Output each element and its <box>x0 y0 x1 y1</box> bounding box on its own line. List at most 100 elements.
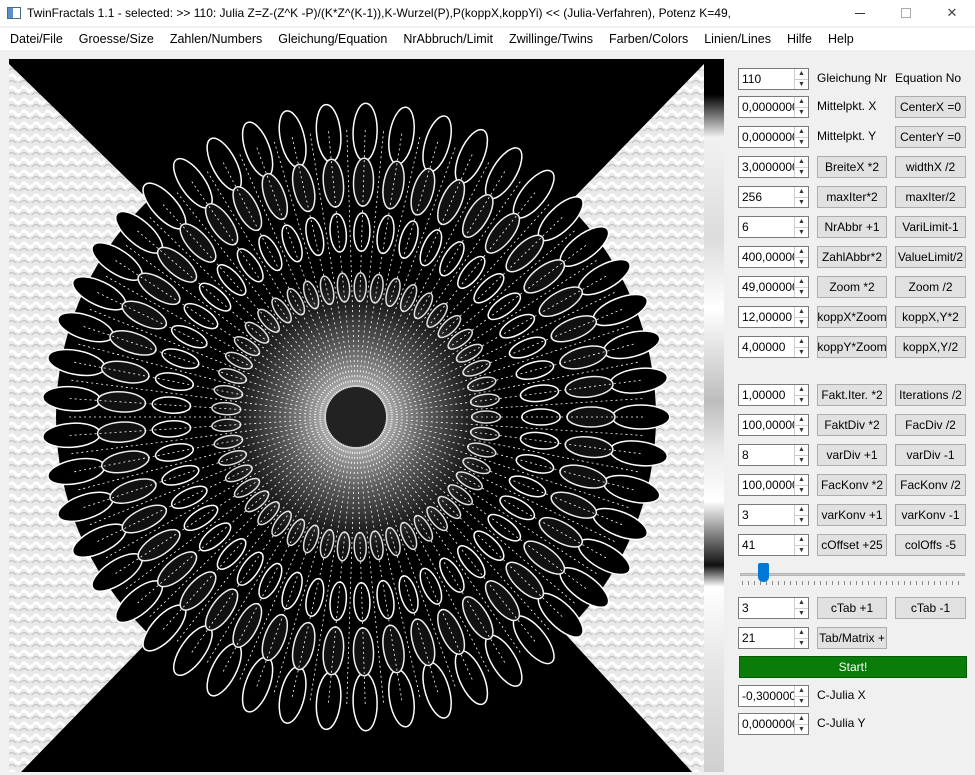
koppxy-half-button[interactable]: koppX,Y/2 <box>895 336 966 358</box>
spin-up-icon[interactable]: ▲ <box>795 686 808 697</box>
spin-up-icon[interactable]: ▲ <box>795 187 808 198</box>
spin-down-icon[interactable]: ▼ <box>795 198 808 208</box>
spin-down-icon[interactable]: ▼ <box>795 609 808 619</box>
spin-down-icon[interactable]: ▼ <box>795 639 808 649</box>
spin-down-icon[interactable]: ▼ <box>795 258 808 268</box>
cjulia-x-spinbox[interactable]: -0,3000000▲▼ <box>738 685 809 707</box>
spin-down-icon[interactable]: ▼ <box>795 80 808 90</box>
spin-down-icon[interactable]: ▼ <box>795 516 808 526</box>
center-x-spinbox[interactable]: 0,0000000 ▲ ▼ <box>738 96 809 118</box>
spin-up-icon[interactable]: ▲ <box>795 97 808 108</box>
fackonv-double-button[interactable]: FacKonv *2 <box>817 474 887 496</box>
slider-thumb[interactable] <box>757 563 769 582</box>
spin-up-icon[interactable]: ▲ <box>795 217 808 228</box>
spin-up-icon[interactable]: ▲ <box>795 415 808 426</box>
spin-up-icon[interactable]: ▲ <box>795 277 808 288</box>
varilimit-minus-button[interactable]: VariLimit-1 <box>895 216 966 238</box>
spin-down-icon[interactable]: ▼ <box>795 396 808 406</box>
spin-down-icon[interactable]: ▼ <box>795 318 808 328</box>
vardiv-spinbox[interactable]: 8 ▲ ▼ <box>738 444 809 466</box>
spin-up-icon[interactable]: ▲ <box>795 69 808 80</box>
menu-zahlen[interactable]: Zahlen/Numbers <box>162 32 270 46</box>
menu-linien[interactable]: Linien/Lines <box>696 32 779 46</box>
spin-down-icon[interactable]: ▼ <box>795 456 808 466</box>
menu-zwillinge[interactable]: Zwillinge/Twins <box>501 32 601 46</box>
spin-up-icon[interactable]: ▲ <box>795 535 808 546</box>
spin-down-icon[interactable]: ▼ <box>795 725 808 735</box>
menu-groesse[interactable]: Groesse/Size <box>71 32 162 46</box>
spin-up-icon[interactable]: ▲ <box>795 385 808 396</box>
menu-datei[interactable]: Datei/File <box>2 32 71 46</box>
facdiv-half-button[interactable]: FacDiv /2 <box>895 414 966 436</box>
maxiter-half-button[interactable]: maxIter/2 <box>895 186 966 208</box>
coloffs-minus-button[interactable]: colOffs -5 <box>895 534 966 556</box>
koppy-zoom-button[interactable]: koppY*Zoom <box>817 336 887 358</box>
spin-down-icon[interactable]: ▼ <box>795 108 808 118</box>
varkonv-minus-button[interactable]: varKonv -1 <box>895 504 966 526</box>
spin-up-icon[interactable]: ▲ <box>795 247 808 258</box>
menu-hilfe[interactable]: Hilfe <box>779 32 820 46</box>
faktdiv-double-button[interactable]: FaktDiv *2 <box>817 414 887 436</box>
width-half-button[interactable]: widthX /2 <box>895 156 966 178</box>
fakt-iter-double-button[interactable]: Fakt.Iter. *2 <box>817 384 887 406</box>
vardiv-plus-button[interactable]: varDiv +1 <box>817 444 887 466</box>
fackonv-spinbox[interactable]: 100,00000 ▲ ▼ <box>738 474 809 496</box>
menu-help[interactable]: Help <box>820 32 862 46</box>
zahlabbr-double-button[interactable]: ZahlAbbr*2 <box>817 246 887 268</box>
start-button[interactable]: Start! <box>739 656 967 678</box>
maxiter-spinbox[interactable]: 256 ▲ ▼ <box>738 186 809 208</box>
spin-down-icon[interactable]: ▼ <box>795 168 808 178</box>
faktdiv-spinbox[interactable]: 100,00000 ▲ ▼ <box>738 414 809 436</box>
spin-down-icon[interactable]: ▼ <box>795 486 808 496</box>
fackonv-half-button[interactable]: FacKonv /2 <box>895 474 966 496</box>
spin-up-icon[interactable]: ▲ <box>795 307 808 318</box>
spin-down-icon[interactable]: ▼ <box>795 546 808 556</box>
fakt-iter-spinbox[interactable]: 1,00000 ▲ ▼ <box>738 384 809 406</box>
menu-nrabbruch[interactable]: NrAbbruch/Limit <box>395 32 501 46</box>
koppxy-double-button[interactable]: koppX,Y*2 <box>895 306 966 328</box>
zoom-double-button[interactable]: Zoom *2 <box>817 276 887 298</box>
varkonv-plus-button[interactable]: varKonv +1 <box>817 504 887 526</box>
spin-up-icon[interactable]: ▲ <box>795 127 808 138</box>
maximize-button[interactable] <box>883 0 929 26</box>
varkonv-spinbox[interactable]: 3 ▲ ▼ <box>738 504 809 526</box>
valuelimit-half-button[interactable]: ValueLimit/2 <box>895 246 966 268</box>
zoom-half-button[interactable]: Zoom /2 <box>895 276 966 298</box>
spin-up-icon[interactable]: ▲ <box>795 157 808 168</box>
zahlabbr-spinbox[interactable]: 400,000000▲▼ <box>738 246 809 268</box>
center-x-reset-button[interactable]: CenterX =0 <box>895 96 966 118</box>
spin-up-icon[interactable]: ▲ <box>795 505 808 516</box>
spin-up-icon[interactable]: ▲ <box>795 475 808 486</box>
iterations-half-button[interactable]: Iterations /2 <box>895 384 966 406</box>
spin-down-icon[interactable]: ▼ <box>795 288 808 298</box>
menu-gleichung[interactable]: Gleichung/Equation <box>270 32 395 46</box>
fractal-canvas[interactable] <box>9 59 704 772</box>
spin-up-icon[interactable]: ▲ <box>795 337 808 348</box>
ctab-plus-button[interactable]: cTab +1 <box>817 597 887 619</box>
spin-up-icon[interactable]: ▲ <box>795 714 808 725</box>
tabmatrix-plus-button[interactable]: Tab/Matrix + <box>817 627 887 649</box>
close-button[interactable]: ✕ <box>929 0 975 26</box>
tabmatrix-spinbox[interactable]: 21 ▲ ▼ <box>738 627 809 649</box>
ctab-minus-button[interactable]: cTab -1 <box>895 597 966 619</box>
coffset-spinbox[interactable]: 41 ▲ ▼ <box>738 534 809 556</box>
cjulia-y-spinbox[interactable]: 0,0000000 ▲ ▼ <box>738 713 809 735</box>
nrabbr-spinbox[interactable]: 6 ▲ ▼ <box>738 216 809 238</box>
spin-up-icon[interactable]: ▲ <box>795 598 808 609</box>
center-y-reset-button[interactable]: CenterY =0 <box>895 126 966 148</box>
spin-up-icon[interactable]: ▲ <box>795 445 808 456</box>
spin-down-icon[interactable]: ▼ <box>795 138 808 148</box>
zoom-spinbox[interactable]: 49,000000 ▲ ▼ <box>738 276 809 298</box>
center-y-spinbox[interactable]: 0,0000000 ▲ ▼ <box>738 126 809 148</box>
nrabbr-plus-button[interactable]: NrAbbr +1 <box>817 216 887 238</box>
koppx-spinbox[interactable]: 12,00000 ▲ ▼ <box>738 306 809 328</box>
menu-farben[interactable]: Farben/Colors <box>601 32 696 46</box>
ctab-spinbox[interactable]: 3 ▲ ▼ <box>738 597 809 619</box>
spin-down-icon[interactable]: ▼ <box>795 228 808 238</box>
maxiter-double-button[interactable]: maxIter*2 <box>817 186 887 208</box>
vardiv-minus-button[interactable]: varDiv -1 <box>895 444 966 466</box>
spin-down-icon[interactable]: ▼ <box>795 348 808 358</box>
coffset-plus-button[interactable]: cOffset +25 <box>817 534 887 556</box>
koppx-zoom-button[interactable]: koppX*Zoom <box>817 306 887 328</box>
width-spinbox[interactable]: 3,0000000 ▲ ▼ <box>738 156 809 178</box>
